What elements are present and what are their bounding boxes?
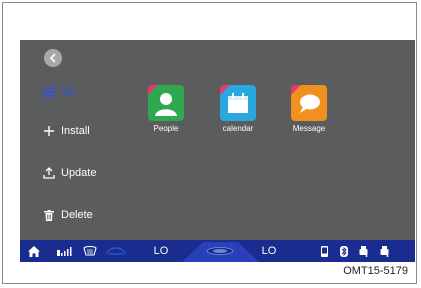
defrost-button[interactable] xyxy=(81,240,99,262)
app-message[interactable]: Message xyxy=(274,85,344,133)
usb-icon xyxy=(380,245,388,257)
sidebar-item-update[interactable]: Update xyxy=(42,166,96,180)
app-calendar[interactable]: calendar xyxy=(203,85,273,133)
car-recirculation-icon xyxy=(106,247,126,255)
figure-caption: OMT15-5179 xyxy=(343,265,408,277)
people-icon xyxy=(148,85,184,121)
plus-icon xyxy=(42,124,56,138)
fan-icon xyxy=(206,247,234,255)
signal-status xyxy=(56,240,74,262)
bluetooth-icon xyxy=(340,245,348,257)
recirculation-button[interactable] xyxy=(104,240,128,262)
app-label: People xyxy=(153,124,179,133)
status-bar: LO LO xyxy=(20,240,415,262)
sidebar-item-delete[interactable]: Delete xyxy=(42,208,93,222)
left-temperature[interactable]: LO xyxy=(150,240,172,262)
defrost-icon xyxy=(83,245,97,256)
list-icon xyxy=(42,85,56,99)
trash-icon xyxy=(42,208,56,222)
chevron-left-icon xyxy=(49,53,56,63)
back-button[interactable] xyxy=(44,49,62,67)
signal-icon xyxy=(57,247,72,256)
head-unit-screen: list Install Update Delete People calend… xyxy=(20,40,415,262)
figure-frame: list Install Update Delete People calend… xyxy=(2,2,417,284)
bluetooth-status xyxy=(338,240,350,262)
usb-status xyxy=(356,240,370,262)
sidebar-item-label: list xyxy=(61,86,75,98)
app-people[interactable]: People xyxy=(131,85,201,133)
message-icon xyxy=(291,85,327,121)
right-temperature[interactable]: LO xyxy=(258,240,280,262)
fan-button[interactable] xyxy=(204,240,236,262)
app-label: Message xyxy=(292,124,326,133)
app-label: calendar xyxy=(222,124,254,133)
sidebar-item-label: Delete xyxy=(61,209,93,221)
home-icon xyxy=(28,245,40,257)
phone-icon xyxy=(320,245,328,257)
calendar-icon xyxy=(220,85,256,121)
upload-icon xyxy=(42,166,56,180)
sidebar-item-install[interactable]: Install xyxy=(42,124,90,138)
usb-status-2 xyxy=(377,240,391,262)
phone-status xyxy=(318,240,330,262)
sidebar-item-label: Update xyxy=(61,167,97,179)
usb-icon xyxy=(359,245,367,257)
sidebar-item-label: Install xyxy=(61,125,90,137)
sidebar-item-list[interactable]: list xyxy=(42,85,74,99)
home-button[interactable] xyxy=(26,240,42,262)
